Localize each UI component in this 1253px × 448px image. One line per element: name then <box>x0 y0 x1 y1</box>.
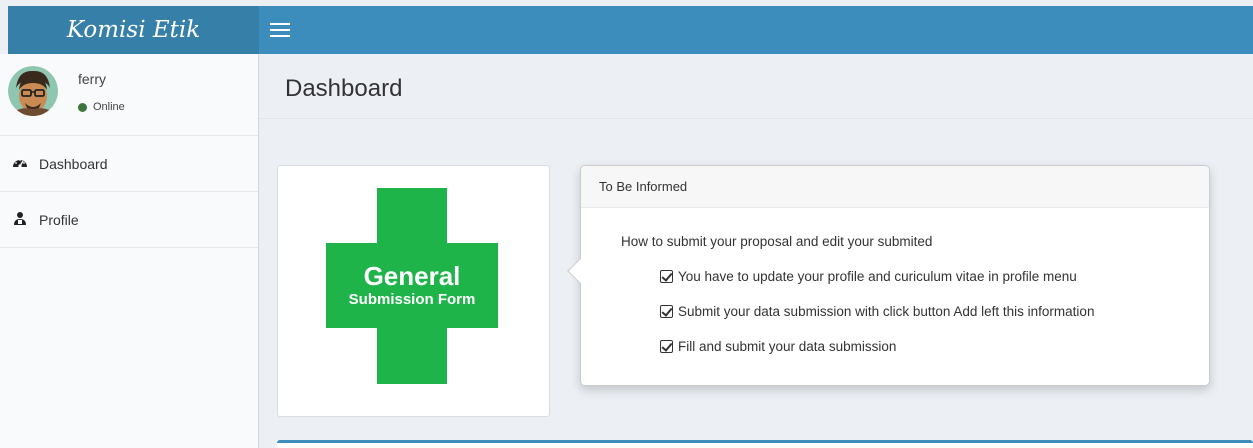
avatar <box>8 66 58 116</box>
check-square-icon <box>660 340 673 353</box>
general-submission-form-card[interactable]: General Submission Form <box>277 165 550 417</box>
hamburger-icon[interactable] <box>270 19 290 41</box>
check-square-icon <box>660 270 673 283</box>
form-card-subtitle: Submission Form <box>348 290 476 308</box>
info-item-text: Submit your data submission with click b… <box>678 304 1095 319</box>
form-card-label: General Submission Form <box>326 243 498 328</box>
info-item: Fill and submit your data submission <box>660 339 896 354</box>
app: Komisi Etik ferry Online Dashboard Profi… <box>0 0 1253 448</box>
user-status-label: Online <box>93 101 125 113</box>
sidebar-item-dashboard[interactable]: Dashboard <box>0 136 258 192</box>
user-name: ferry <box>78 71 106 87</box>
info-item-text: Fill and submit your data submission <box>678 339 897 354</box>
info-item: You have to update your profile and curi… <box>660 269 1077 284</box>
brand-title: Komisi Etik <box>66 17 201 43</box>
content-header: Dashboard <box>259 54 1253 119</box>
top-navbar <box>259 6 1253 54</box>
sidebar-item-label: Profile <box>39 211 79 228</box>
status-dot-icon <box>78 102 87 112</box>
info-popover: To Be Informed How to submit your propos… <box>567 165 1210 386</box>
next-box-top <box>277 440 1253 448</box>
dashboard-icon <box>12 155 28 172</box>
popover-arrow <box>567 258 593 284</box>
info-intro: How to submit your proposal and edit you… <box>621 234 933 249</box>
page-title: Dashboard <box>285 75 403 102</box>
sidebar-item-label: Dashboard <box>39 155 108 172</box>
user-icon <box>12 211 28 228</box>
user-panel: ferry Online <box>0 54 258 136</box>
sidebar-item-profile[interactable]: Profile <box>0 192 258 248</box>
form-card-title: General <box>363 260 461 291</box>
sidebar: ferry Online Dashboard Profile <box>0 54 259 448</box>
brand-logo[interactable]: Komisi Etik <box>8 6 259 54</box>
popover-title: To Be Informed <box>581 166 1209 208</box>
check-square-icon <box>660 305 673 318</box>
info-item: Submit your data submission with click b… <box>660 304 1094 319</box>
info-item-text: You have to update your profile and curi… <box>678 269 1077 284</box>
user-status: Online <box>78 101 125 113</box>
